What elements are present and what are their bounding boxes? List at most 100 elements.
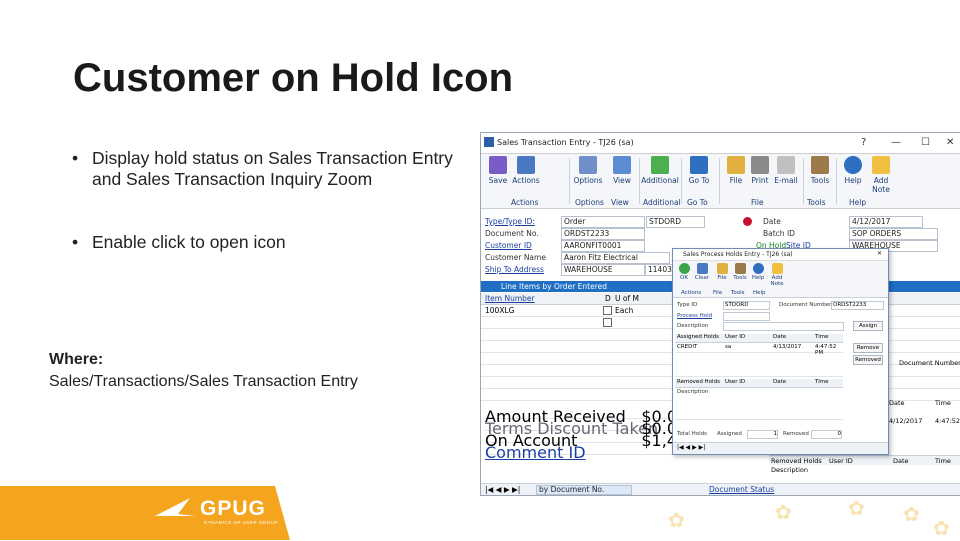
assigned-empty-rows <box>675 354 843 377</box>
type-id-field[interactable]: STDORD <box>646 216 705 228</box>
row-checkbox[interactable] <box>603 306 612 315</box>
totals-row: Terms Discount Taken $0.0 <box>485 419 681 438</box>
popup-docnum-field[interactable]: ORDST2233 <box>831 301 884 310</box>
popup-description-field[interactable] <box>723 322 844 331</box>
view-button[interactable]: View <box>607 156 637 204</box>
popup-nav-bar: |◀ ◀ ▶ ▶| <box>673 442 888 454</box>
removed-empty-rows <box>675 397 843 420</box>
help-button[interactable]: Help <box>838 156 868 204</box>
clear-button[interactable]: Clear <box>693 263 711 281</box>
col-item-number[interactable]: Item Number <box>485 294 535 303</box>
help-icon <box>752 263 764 274</box>
gpug-logo-text: GPUG <box>200 497 266 520</box>
date-col: Date <box>889 399 905 407</box>
bullet-item: • Display hold status on Sales Transacti… <box>72 148 472 190</box>
bullet-item: • Enable click to open icon <box>72 232 472 253</box>
type-select[interactable]: Order <box>561 216 645 228</box>
assigned-holds-header: Assigned Holds User ID Date Time <box>675 334 843 343</box>
removed-button[interactable]: Removed <box>853 355 883 365</box>
options-button[interactable]: Options <box>573 156 603 204</box>
ribbon-group-label: Help <box>849 198 867 207</box>
record-nav-icons[interactable]: |◀ ◀ ▶ ▶| <box>485 485 520 494</box>
row-uofm: Each <box>615 306 634 315</box>
ribbon: Save Actions Options View Additional Go … <box>481 154 960 209</box>
minimize-icon[interactable]: — <box>891 137 901 148</box>
note-icon <box>872 156 890 174</box>
assigned-count-label: Assigned <box>717 431 742 437</box>
save-icon <box>489 156 507 174</box>
where-path: Sales/Transactions/Sales Transaction Ent… <box>49 373 358 390</box>
decorative-flower-icon: ✿ <box>668 510 685 532</box>
email-button[interactable]: E-mail <box>769 156 803 204</box>
customer-id-link[interactable]: Customer ID <box>485 241 532 250</box>
row-checkbox[interactable] <box>603 318 612 327</box>
ok-button[interactable]: OK <box>675 263 693 281</box>
totals-row: On Account $1,4 <box>485 431 681 450</box>
decorative-flower-icon: ✿ <box>775 502 792 524</box>
remove-button[interactable]: Remove <box>853 343 883 353</box>
assigned-count-field: 1 <box>747 430 778 439</box>
help-icon <box>844 156 862 174</box>
customer-id-field[interactable]: AARONFIT0001 <box>561 240 645 252</box>
ship-address-field[interactable]: 11403 45 St <box>645 264 675 276</box>
ribbon-group-label: Options <box>575 198 604 207</box>
ship-to-field[interactable]: WAREHOUSE <box>561 264 645 276</box>
assigned-hold-row[interactable]: CREDIT sa 4/13/2017 4:47:52 PM <box>675 344 843 356</box>
process-hold-field[interactable] <box>723 312 770 321</box>
bullet-dot: • <box>72 148 79 168</box>
tools-icon <box>734 263 746 274</box>
bullet-list: • Display hold status on Sales Transacti… <box>72 148 472 253</box>
email-icon <box>777 156 795 174</box>
totals-row: Amount Received $0.0 <box>485 407 681 426</box>
window-title: Sales Transaction Entry - TJ26 (sa) <box>497 138 634 147</box>
bullet-text: Enable click to open icon <box>92 232 286 252</box>
row-date: 4/12/2017 <box>889 417 923 425</box>
add-note-button[interactable]: Add Note <box>866 156 896 204</box>
popup-ribbon: OK Clear File Tools Help Add Note Action… <box>673 261 888 298</box>
ribbon-group-label: View <box>611 198 629 207</box>
save-button[interactable]: Save <box>483 156 513 204</box>
process-hold-link[interactable]: Process Hold <box>677 313 712 319</box>
maximize-icon[interactable]: ☐ <box>921 137 930 148</box>
hold-indicator-icon[interactable] <box>743 217 752 226</box>
popup-close-icon[interactable]: ✕ <box>877 250 882 257</box>
document-status-link[interactable]: Document Status <box>709 485 774 494</box>
go-to-button[interactable]: Go To <box>684 156 714 204</box>
actions-icon <box>517 156 535 174</box>
batch-id-field[interactable]: SOP ORDERS <box>849 228 938 240</box>
additional-button[interactable]: Additional <box>641 156 679 204</box>
bullet-text: Display hold status on Sales Transaction… <box>92 148 453 189</box>
date-field[interactable]: 4/12/2017 <box>849 216 923 228</box>
actions-button[interactable]: Actions <box>511 156 541 204</box>
folder-icon <box>716 263 728 274</box>
col-uofm: U of M <box>615 294 639 303</box>
row-time: 4:47:52 <box>935 417 960 425</box>
printer-icon <box>751 156 769 174</box>
popup-type-field[interactable]: STDORD <box>723 301 770 310</box>
totals-row: Comment ID <box>485 443 681 462</box>
customer-name-field[interactable]: Aaron Fitz Electrical <box>561 252 670 264</box>
popup-tools-button[interactable]: Tools <box>731 263 749 281</box>
removed-holds-header: Removed Holds User ID Date Time <box>675 379 843 388</box>
ship-to-address-link[interactable]: Ship To Address <box>485 265 544 274</box>
tools-button[interactable]: Tools <box>805 156 835 204</box>
close-icon[interactable]: ✕ <box>946 137 954 148</box>
customer-name-label: Customer Name <box>485 253 546 262</box>
removed-holds-header: Removed Holds User ID Date Time <box>769 455 960 465</box>
total-holds-label: Total Holds <box>677 431 707 437</box>
record-nav-icons[interactable]: |◀ ◀ ▶ ▶| <box>677 444 705 451</box>
popup-file-button[interactable]: File <box>713 263 731 281</box>
assign-button[interactable]: Assign <box>853 321 883 331</box>
tools-icon <box>811 156 829 174</box>
ribbon-group-label: Tools <box>807 198 826 207</box>
process-holds-popup: Sales Process Holds Entry - TJ26 (sa) ✕ … <box>672 248 889 455</box>
status-bar: |◀ ◀ ▶ ▶| by Document No. Document Statu… <box>481 483 960 495</box>
comment-id-link[interactable]: Comment ID <box>485 443 586 462</box>
help-icon[interactable]: ? <box>861 137 866 148</box>
sales-transaction-entry-window: Sales Transaction Entry - TJ26 (sa) ? — … <box>480 132 960 496</box>
popup-add-note-button[interactable]: Add Note <box>765 263 789 287</box>
document-number-field[interactable]: ORDST2233 <box>561 228 645 240</box>
sort-select[interactable]: by Document No. <box>536 485 632 495</box>
time-col: Time <box>935 399 951 407</box>
type-id-link[interactable]: Type/Type ID: <box>485 217 535 226</box>
